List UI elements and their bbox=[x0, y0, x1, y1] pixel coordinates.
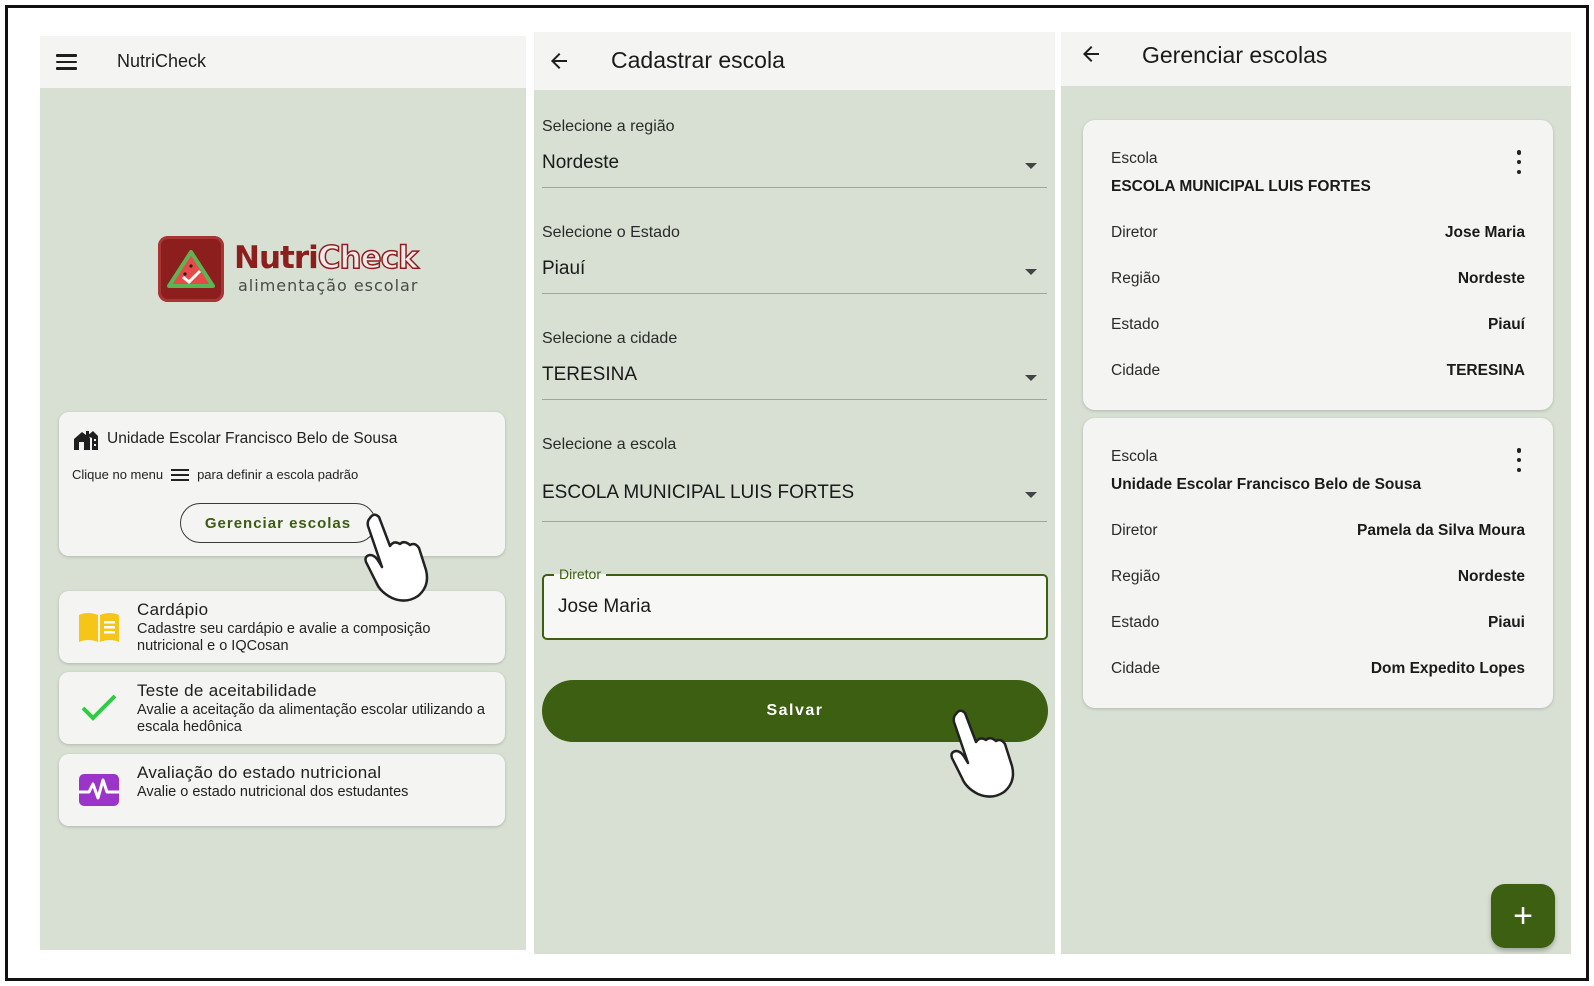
state-key-label: Estado bbox=[1111, 316, 1160, 333]
director-field-label: Diretor bbox=[554, 566, 607, 582]
top-app-bar: Gerenciar escolas bbox=[1061, 32, 1571, 86]
school-card: Escola Unidade Escolar Francisco Belo de… bbox=[1083, 418, 1553, 708]
home-screen: NutriCheck NutriCheck alimentação escola… bbox=[40, 36, 526, 950]
director-key-label: Diretor bbox=[1111, 224, 1158, 241]
feature-card-acceptability-test[interactable]: Teste de aceitabilidade Avalie a aceitaç… bbox=[59, 672, 505, 744]
dropdown-arrow-icon bbox=[1025, 375, 1037, 381]
logo-wordmark: NutriCheck bbox=[234, 239, 419, 277]
checkmark-icon bbox=[81, 694, 117, 721]
director-value: Pamela da Silva Moura bbox=[1357, 522, 1525, 539]
director-field[interactable]: Diretor Jose Maria bbox=[542, 566, 1048, 640]
school-dropdown[interactable]: ESCOLA MUNICIPAL LUIS FORTES bbox=[542, 468, 1047, 522]
state-value: Piauí bbox=[542, 258, 586, 279]
back-arrow-icon[interactable] bbox=[547, 49, 571, 73]
city-key-label: Cidade bbox=[1111, 362, 1161, 379]
dropdown-arrow-icon bbox=[1025, 163, 1037, 169]
page-title: Gerenciar escolas bbox=[1142, 42, 1328, 68]
state-dropdown[interactable]: Piauí bbox=[542, 250, 1047, 294]
register-school-screen: Cadastrar escola Selecione a região Nord… bbox=[534, 32, 1055, 954]
pulse-chart-icon bbox=[79, 774, 119, 806]
nutricheck-logo: NutriCheck alimentação escolar bbox=[158, 236, 419, 306]
city-key-label: Cidade bbox=[1111, 660, 1161, 677]
feature-description: Avalie a aceitação da alimentação escola… bbox=[137, 702, 485, 735]
state-label: Selecione o Estado bbox=[542, 224, 680, 241]
book-icon bbox=[79, 613, 119, 642]
state-value: Piaui bbox=[1487, 614, 1525, 631]
app-title: NutriCheck bbox=[117, 51, 207, 71]
region-key-label: Região bbox=[1111, 270, 1161, 287]
hamburger-menu-icon[interactable] bbox=[56, 50, 80, 74]
pointing-hand-icon bbox=[364, 513, 429, 602]
school-label: Selecione a escola bbox=[542, 436, 677, 453]
region-dropdown[interactable]: Nordeste bbox=[542, 144, 1047, 188]
director-key-label: Diretor bbox=[1111, 522, 1158, 539]
city-value: TERESINA bbox=[542, 364, 638, 385]
director-field-value: Jose Maria bbox=[558, 596, 651, 617]
region-value: Nordeste bbox=[542, 152, 620, 173]
manage-schools-button[interactable]: Gerenciar escolas bbox=[180, 503, 376, 543]
school-name: ESCOLA MUNICIPAL LUIS FORTES bbox=[1111, 178, 1371, 195]
city-label: Selecione a cidade bbox=[542, 330, 678, 347]
region-value: Nordeste bbox=[1457, 270, 1525, 287]
back-arrow-icon[interactable] bbox=[1079, 42, 1103, 66]
more-options-icon[interactable] bbox=[1515, 448, 1523, 472]
state-value: Piauí bbox=[1487, 316, 1525, 333]
region-key-label: Região bbox=[1111, 568, 1161, 585]
school-key-label: Escola bbox=[1111, 448, 1158, 465]
school-key-label: Escola bbox=[1111, 150, 1158, 167]
default-school-card: Unidade Escolar Francisco Belo de Sousa … bbox=[59, 412, 505, 556]
dropdown-arrow-icon bbox=[1025, 269, 1037, 275]
top-app-bar: Cadastrar escola bbox=[534, 32, 1055, 90]
more-options-icon[interactable] bbox=[1515, 150, 1523, 174]
logo-tagline: alimentação escolar bbox=[238, 276, 419, 295]
feature-card-nutritional-status[interactable]: Avaliação do estado nutricional Avalie o… bbox=[59, 754, 505, 826]
director-value: Jose Maria bbox=[1444, 224, 1525, 241]
city-value: Dom Expedito Lopes bbox=[1370, 660, 1525, 677]
state-key-label: Estado bbox=[1111, 614, 1160, 631]
dropdown-arrow-icon bbox=[1025, 492, 1037, 498]
school-card: Escola ESCOLA MUNICIPAL LUIS FORTES Dire… bbox=[1083, 120, 1553, 410]
region-value: Nordeste bbox=[1457, 568, 1525, 585]
manage-schools-screen: Gerenciar escolas Escola ESCOLA MUNICIPA… bbox=[1061, 32, 1571, 954]
feature-description: Cadastre seu cardápio e avalie a composi… bbox=[137, 621, 431, 654]
feature-title: Teste de aceitabilidade bbox=[137, 681, 317, 700]
city-value: TERESINA bbox=[1446, 362, 1525, 379]
menu-inline-icon bbox=[171, 468, 190, 481]
pointing-hand-icon bbox=[950, 709, 1015, 798]
feature-description: Avalie o estado nutricional dos estudant… bbox=[137, 784, 409, 800]
school-value: ESCOLA MUNICIPAL LUIS FORTES bbox=[542, 482, 855, 503]
city-dropdown[interactable]: TERESINA bbox=[542, 356, 1047, 400]
school-name: Unidade Escolar Francisco Belo de Sousa bbox=[1111, 476, 1422, 493]
feature-card-menu[interactable]: Cardápio Cadastre seu cardápio e avalie … bbox=[59, 591, 505, 663]
feature-title: Cardápio bbox=[137, 600, 209, 619]
top-app-bar: NutriCheck bbox=[40, 36, 526, 88]
feature-title: Avaliação do estado nutricional bbox=[137, 763, 382, 782]
school-building-icon bbox=[74, 431, 98, 450]
default-school-name: Unidade Escolar Francisco Belo de Sousa bbox=[107, 430, 398, 447]
region-label: Selecione a região bbox=[542, 118, 675, 135]
menu-hint-text: Clique no menu para definir a escola pad… bbox=[72, 467, 359, 482]
watermelon-logo-icon bbox=[158, 236, 224, 302]
page-title: Cadastrar escola bbox=[611, 47, 785, 73]
add-school-button[interactable]: + bbox=[1491, 884, 1555, 948]
